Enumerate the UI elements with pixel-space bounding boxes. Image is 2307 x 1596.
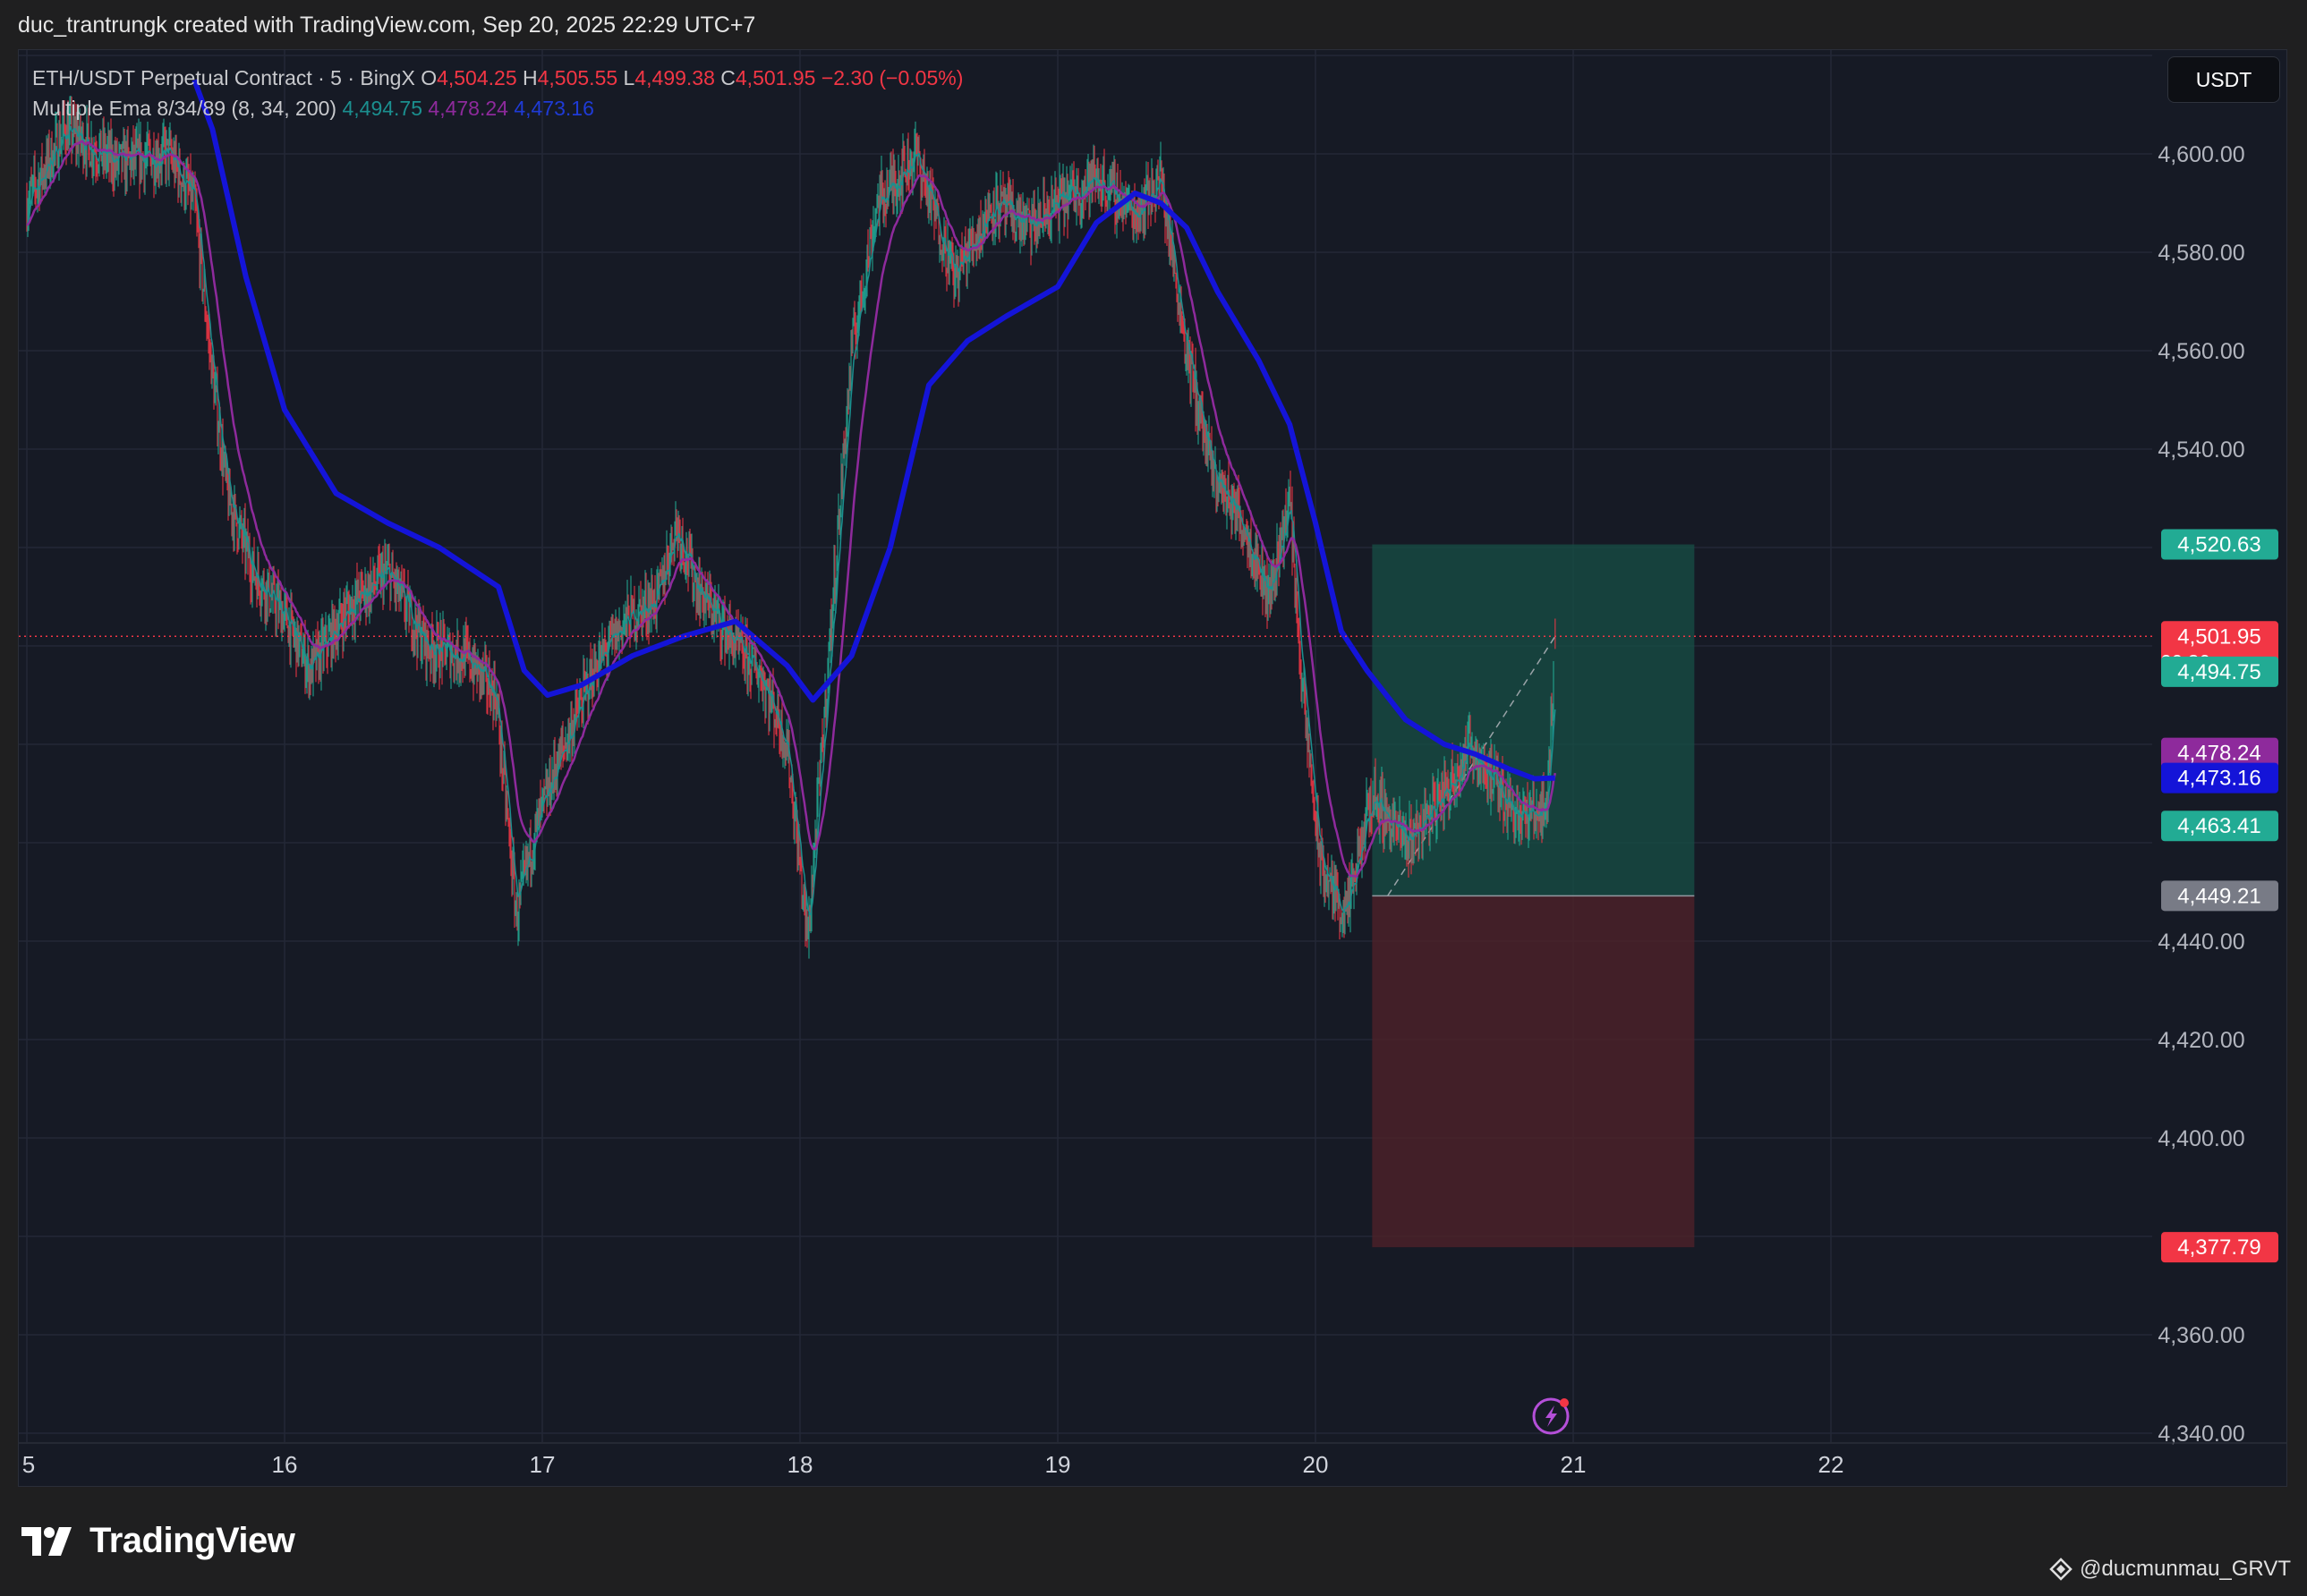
ema-fast-line[interactable] xyxy=(26,125,1556,916)
x-tick-label: 22 xyxy=(1818,1451,1844,1478)
change-value: −2.30 (−0.05%) xyxy=(821,66,964,89)
price-label-text: 4,494.75 xyxy=(2177,660,2260,684)
stop-loss-zone[interactable] xyxy=(1372,896,1695,1248)
indicator-name[interactable]: Multiple Ema 8/34/89 (8, 34, 200) xyxy=(32,97,336,120)
low-label: L xyxy=(623,66,635,89)
price-label-text: 4,449.21 xyxy=(2177,884,2260,908)
watermark-text: @ducmunmau_GRVT xyxy=(2079,1557,2291,1581)
y-tick-label: 4,440.00 xyxy=(2158,930,2244,955)
x-tick-label: 18 xyxy=(787,1451,813,1478)
x-tick-label: 21 xyxy=(1561,1451,1587,1478)
ema-mid-line[interactable] xyxy=(26,140,1557,879)
lightning-icon xyxy=(1545,1405,1557,1427)
x-tick-label: 16 xyxy=(272,1451,298,1478)
price-label-text: 4,501.95 xyxy=(2177,624,2260,649)
author-watermark: @ducmunmau_GRVT xyxy=(2049,1557,2291,1582)
currency-selector-button[interactable]: USDT xyxy=(2167,56,2280,103)
high-label: H xyxy=(523,66,538,89)
close-label: C xyxy=(720,66,736,89)
y-tick-label: 4,360.00 xyxy=(2158,1323,2244,1348)
y-tick-label: 4,400.00 xyxy=(2158,1126,2244,1151)
symbol-name[interactable]: ETH/USDT Perpetual Contract · 5 · BingX xyxy=(32,66,415,89)
take-profit-zone[interactable] xyxy=(1372,544,1695,896)
low-value: 4,499.38 xyxy=(634,66,715,89)
price-label-text: 4,478.24 xyxy=(2177,742,2260,766)
diamond-icon xyxy=(2049,1558,2073,1581)
price-label-text: 4,377.79 xyxy=(2177,1235,2260,1260)
ema-fast-value: 4,494.75 xyxy=(342,97,423,120)
price-chart[interactable]: 4,600.00 4,580.00 4,560.00 4,540.00 4,440.00… xyxy=(0,0,2307,1596)
price-label-text: 4,520.63 xyxy=(2177,533,2260,557)
ema-slow-line[interactable] xyxy=(192,79,1555,782)
x-tick-label: 20 xyxy=(1303,1451,1329,1478)
tradingview-logo-text: TradingView xyxy=(89,1521,295,1560)
chart-legend: ETH/USDT Perpetual Contract · 5 · BingX … xyxy=(32,63,963,123)
open-label: O xyxy=(421,66,438,89)
tradingview-logo-icon xyxy=(21,1526,72,1556)
symbol-legend-row[interactable]: ETH/USDT Perpetual Contract · 5 · BingX … xyxy=(32,63,963,93)
currency-label: USDT xyxy=(2195,67,2252,91)
close-value: 4,501.95 xyxy=(735,66,816,89)
x-tick-label: 5 xyxy=(22,1451,35,1478)
open-value: 4,504.25 xyxy=(437,66,517,89)
ema-slow-value: 4,473.16 xyxy=(514,97,594,120)
y-tick-label: 4,560.00 xyxy=(2158,339,2244,364)
y-tick-label: 4,600.00 xyxy=(2158,142,2244,167)
y-tick-label: 4,540.00 xyxy=(2158,437,2244,463)
y-tick-label: 4,580.00 xyxy=(2158,241,2244,266)
price-label-text: 4,473.16 xyxy=(2177,767,2260,791)
ema-mid-value: 4,478.24 xyxy=(428,97,508,120)
y-tick-label: 4,420.00 xyxy=(2158,1028,2244,1053)
x-tick-label: 17 xyxy=(530,1451,556,1478)
indicator-legend-row[interactable]: Multiple Ema 8/34/89 (8, 34, 200) 4,494.… xyxy=(32,93,963,123)
candles-group[interactable] xyxy=(26,79,1557,959)
high-value: 4,505.55 xyxy=(537,66,618,89)
price-label-text: 4,463.41 xyxy=(2177,814,2260,838)
event-notification-dot xyxy=(1560,1398,1569,1407)
x-tick-label: 19 xyxy=(1045,1451,1071,1478)
tradingview-logo: TradingView xyxy=(21,1521,295,1561)
